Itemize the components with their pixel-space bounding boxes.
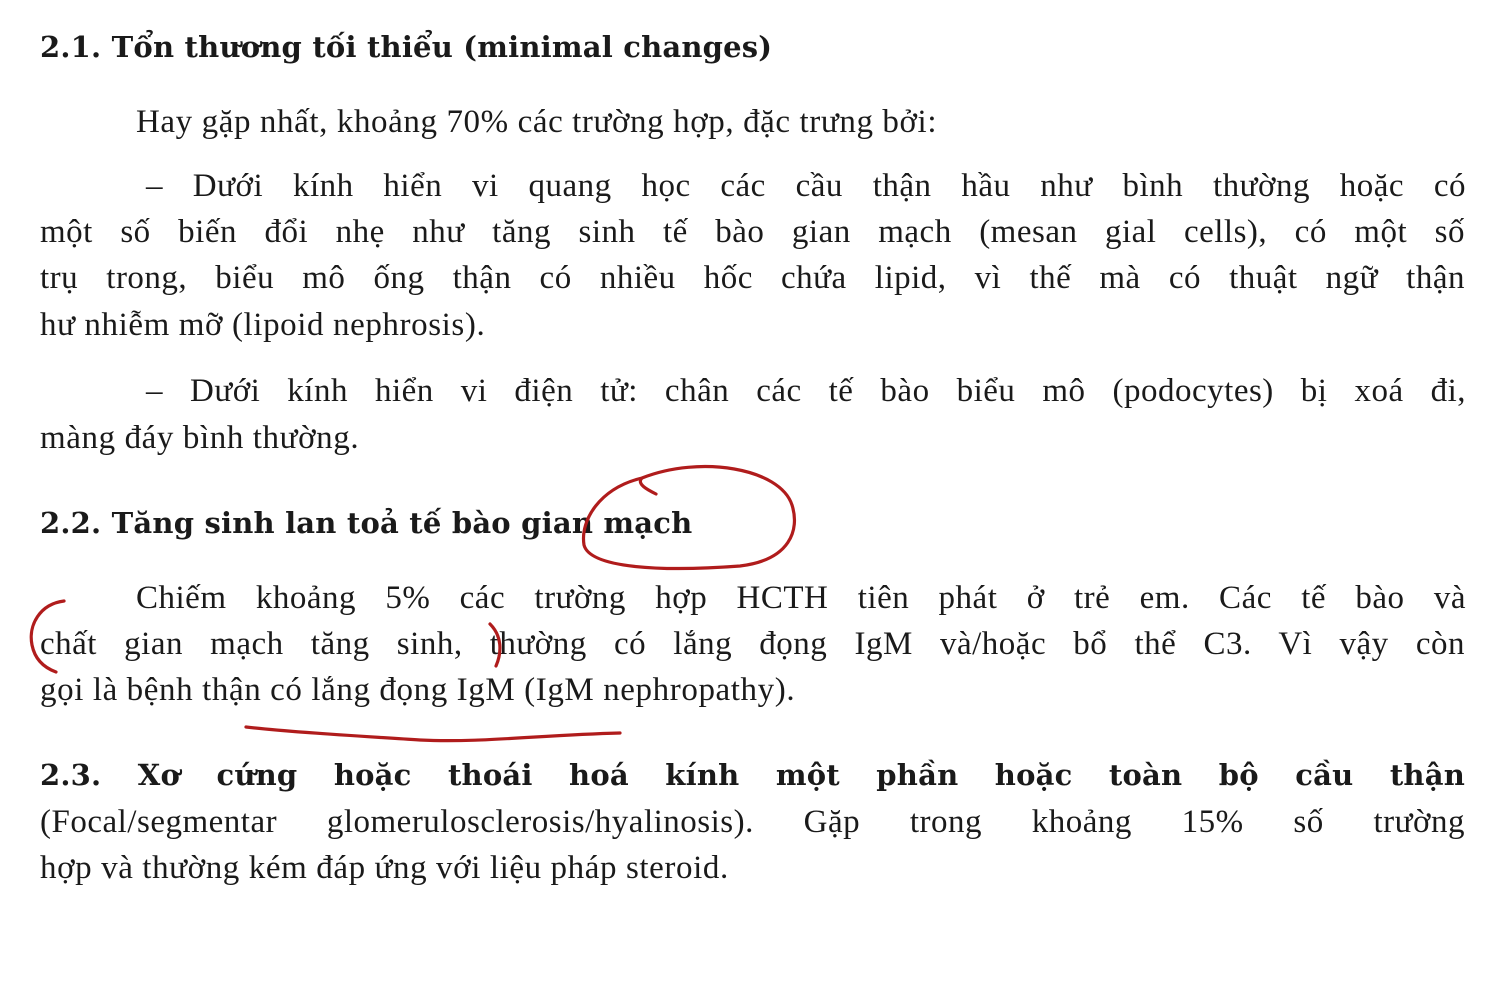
heading-2-1: 2.1. Tổn thương tối thiểu (minimal chang… [40, 30, 773, 64]
para-2-3-line-2: hợp và thường kém đáp ứng với liệu pháp … [40, 850, 729, 886]
underline-annotation [244, 725, 622, 743]
bullet-1-line-2: một số biến đổi nhẹ như tăng sinh tế bào… [40, 214, 1465, 250]
heading-2-2: 2.2. Tăng sinh lan toả tế bào gian mạch [40, 506, 693, 540]
bullet-1-line-3: trụ trong, biểu mô ống thận có nhiều hốc… [40, 260, 1465, 296]
bullet-2-line-2: màng đáy bình thường. [40, 420, 360, 456]
bullet-1-line-4: hư nhiễm mỡ (lipoid nephrosis). [40, 307, 486, 343]
para-2-2-line-2: chất gian mạch tăng sinh, thường có lắng… [40, 626, 1465, 662]
document-page: 2.1. Tổn thương tối thiểu (minimal chang… [0, 0, 1507, 1000]
para-2-3-line-1: (Focal/segmentar glomerulosclerosis/hyal… [40, 804, 1465, 840]
para-2-2-line-3: gọi là bệnh thận có lắng đọng IgM (IgM n… [40, 672, 796, 708]
para-2-2-line-1: Chiếm khoảng 5% các trường hợp HCTH tiên… [136, 580, 1466, 616]
bullet-2-line-1: – Dưới kính hiển vi điện tử: chân các tế… [146, 373, 1466, 409]
intro-2-1: Hay gặp nhất, khoảng 70% các trường hợp,… [136, 104, 938, 140]
heading-2-3: 2.3. Xơ cứng hoặc thoái hoá kính một phầ… [40, 758, 1465, 792]
bullet-1-line-1: – Dưới kính hiển vi quang học các cầu th… [146, 168, 1466, 204]
